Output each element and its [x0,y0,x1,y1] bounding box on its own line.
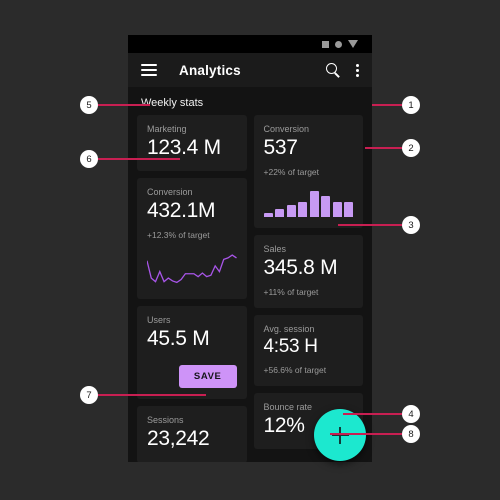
card-value: 23,242 [147,427,210,451]
card-label: Conversion [263,124,310,134]
add-fab-button[interactable] [314,409,366,461]
card-subtext: +56.6% of target [263,365,327,376]
card-sessions[interactable]: Sessions 23,242 [137,406,247,462]
signal-triangle-icon [348,40,358,48]
bar-7 [332,202,342,218]
bar-1 [263,212,273,218]
section-title: Weekly stats [141,97,204,109]
status-bar [128,35,372,53]
callout-leader-line [98,158,180,160]
card-sales[interactable]: Sales 345.8 M +11% of target [253,235,363,309]
card-value: 345.8 M [263,256,338,280]
callout-leader-line [330,433,402,435]
card-label: Conversion [147,187,193,198]
bar-3 [286,204,296,218]
callout-badge: 4 [402,405,420,423]
card-value: 537 [263,136,298,159]
screenshot-stage: Analytics Weekly stats Marketing 123.4 M… [0,0,500,500]
card-conversion-left[interactable]: Conversion 432.1M +12.3% of target [137,178,247,300]
bar-8 [344,202,353,218]
callout-badge: 5 [80,96,98,114]
card-conversion-right[interactable]: Conversion 537 +22% of target [253,115,363,229]
callout-leader-line [338,224,402,226]
card-subtext: +12.3% of target [147,230,210,241]
card-value: 45.5 M [147,327,210,351]
line-chart-svg [147,248,237,288]
card-label: Marketing [147,124,187,134]
callout-badge: 1 [402,96,420,114]
card-value: 123.4 M [147,136,221,159]
callout-badge: 8 [402,425,420,443]
card-avg-session[interactable]: Avg. session 4:53 H +56.6% of target [253,315,363,387]
card-label: Sessions [147,415,184,426]
callout-badge: 2 [402,139,420,157]
page-title: Analytics [179,62,241,78]
card-marketing[interactable]: Marketing 123.4 M [137,115,247,172]
callout-leader-line [372,104,402,106]
bar-5 [309,190,319,218]
plus-icon [331,426,349,444]
bar-4 [298,201,307,218]
more-vert-icon[interactable] [356,63,359,77]
card-subtext: +11% of target [263,287,319,298]
callout-leader-line [98,104,150,106]
bar-2 [275,209,284,218]
card-value: 432.1M [147,199,216,223]
search-icon[interactable] [326,63,340,78]
callout-badge: 3 [402,216,420,234]
app-bar: Analytics [128,53,372,87]
save-row: SAVE [147,365,237,389]
card-subtext: +22% of target [263,167,320,178]
circle-icon [335,40,342,48]
callout-leader-line [343,413,402,415]
square-icon [322,40,329,48]
card-value: 4:53 H [263,336,318,358]
callout-leader-line [365,147,402,149]
hamburger-menu-icon[interactable] [141,64,157,76]
card-users[interactable]: Users 45.5 M SAVE [137,306,247,400]
left-column: Marketing 123.4 M Conversion 432.1M +12.… [137,115,247,462]
content-area: Weekly stats Marketing 123.4 M Conversio… [128,87,372,462]
card-label: Avg. session [263,324,315,335]
save-button[interactable]: SAVE [178,365,237,389]
bar-chart [263,187,353,218]
phone-mockup: Analytics Weekly stats Marketing 123.4 M… [128,35,372,462]
callout-badge: 7 [80,386,98,404]
line-chart [147,248,237,288]
card-label: Users [147,315,171,326]
callout-leader-line [98,394,206,396]
bar-6 [321,196,330,218]
callout-badge: 6 [80,150,98,168]
card-label: Sales [263,244,287,255]
